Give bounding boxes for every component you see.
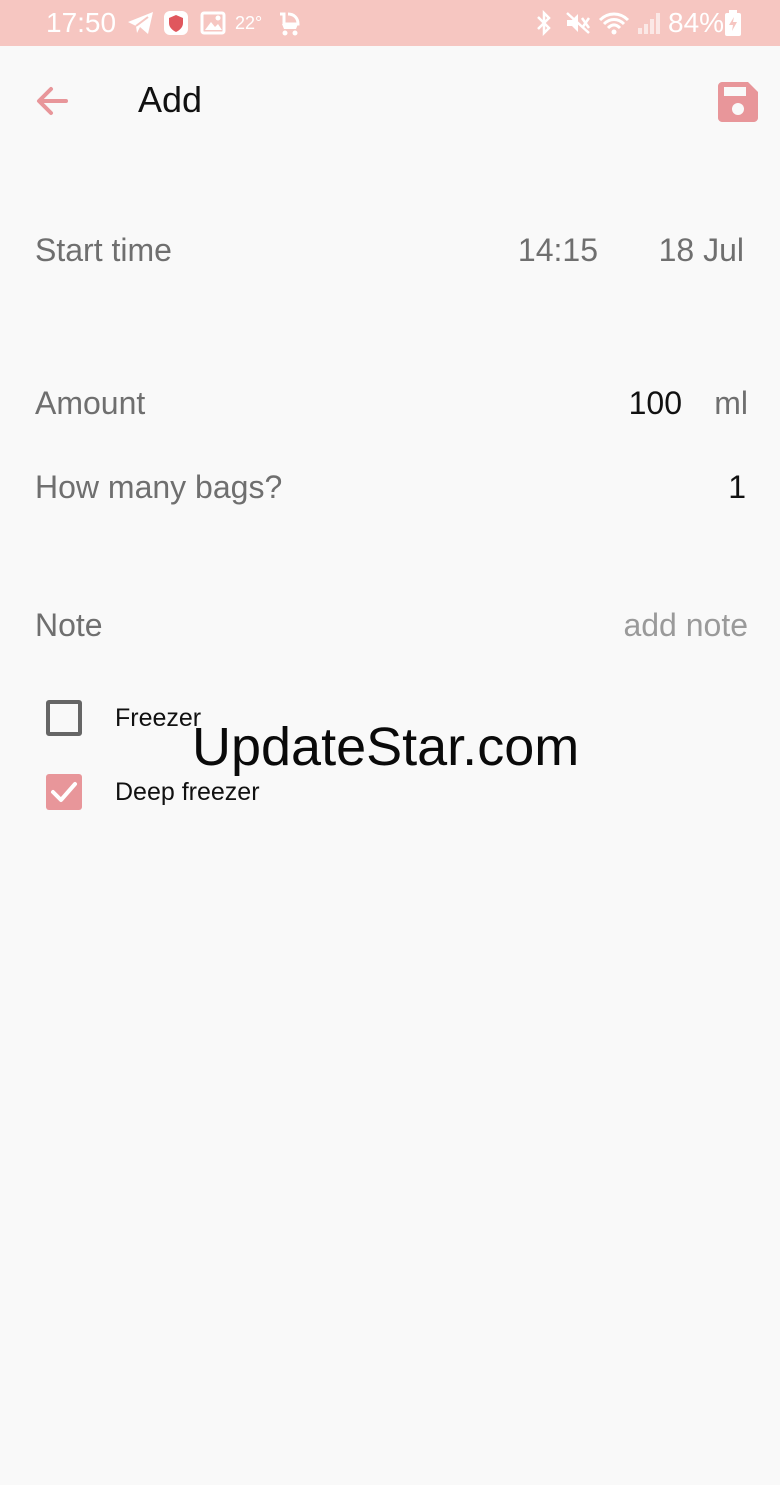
start-time-value[interactable]: 14:15 [518, 230, 598, 270]
back-arrow-icon[interactable] [30, 78, 76, 124]
status-battery-percent: 84% [668, 7, 725, 38]
status-temperature: 22° [235, 13, 263, 33]
freezer-label: Freezer [115, 704, 202, 732]
amount-label: Amount [35, 385, 146, 421]
bags-input[interactable]: 1 [728, 467, 746, 507]
freezer-checkbox[interactable] [46, 700, 82, 736]
start-date-value[interactable]: 18 Jul [659, 230, 744, 270]
note-label: Note [35, 607, 103, 643]
save-icon[interactable] [716, 80, 760, 124]
toolbar: Add [0, 46, 780, 156]
note-input[interactable]: add note [623, 605, 748, 645]
signal-icon [638, 13, 660, 34]
wifi-icon [598, 12, 630, 35]
start-time-label: Start time [35, 232, 172, 268]
amount-unit[interactable]: ml [714, 383, 748, 423]
deep-freezer-label: Deep freezer [115, 778, 260, 806]
watermark: UpdateStar.com [192, 717, 580, 777]
shield-icon [164, 11, 188, 35]
deep-freezer-checkbox[interactable] [46, 774, 82, 810]
bluetooth-icon [537, 10, 551, 36]
telegram-icon [128, 12, 153, 34]
battery-charging-icon [725, 10, 741, 36]
mute-icon [566, 12, 591, 34]
check-icon [51, 782, 77, 802]
page-title: Add [138, 79, 203, 120]
status-time: 17:50 [46, 7, 117, 38]
status-bar: 17:50 22° 84% [0, 0, 780, 46]
image-icon [200, 11, 226, 35]
amount-input[interactable]: 100 [629, 383, 682, 423]
bags-label: How many bags? [35, 469, 283, 505]
stroller-icon [280, 12, 300, 36]
